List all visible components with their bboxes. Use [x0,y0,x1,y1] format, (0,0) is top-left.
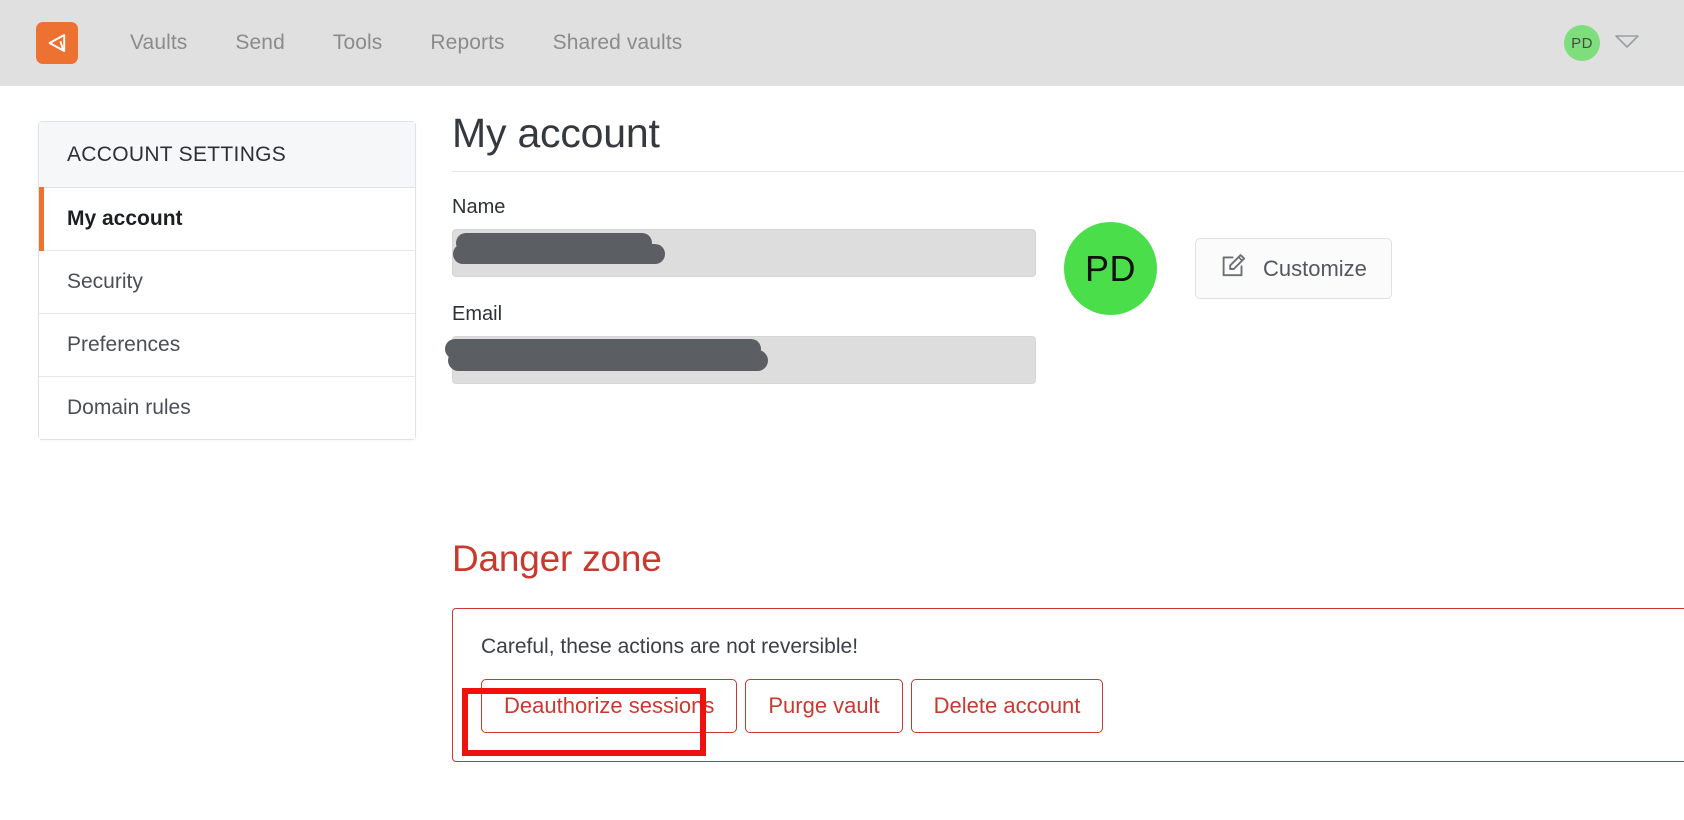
nav-link-vaults[interactable]: Vaults [106,25,211,61]
shield-logo-icon [42,28,72,58]
sidebar-item-label: Security [67,270,143,293]
chevron-down-icon [1614,33,1640,54]
sidebar-item-label: My account [67,207,183,230]
sidebar-item-label: Domain rules [67,396,191,419]
deauthorize-sessions-button[interactable]: Deauthorize sessions [481,679,738,733]
account-menu-button[interactable]: PD [1564,25,1640,61]
danger-zone-warning-text: Careful, these actions are not reversibl… [481,635,859,658]
danger-zone-box: Careful, these actions are not reversibl… [452,608,1684,762]
redaction-blob [453,244,665,264]
nav-link-shared-vaults[interactable]: Shared vaults [529,25,707,61]
nav-link-reports[interactable]: Reports [406,25,528,61]
nav-link-tools[interactable]: Tools [309,25,407,61]
top-navigation-bar: Vaults Send Tools Reports Shared vaults … [0,0,1684,86]
customize-button-label: Customize [1263,255,1367,281]
nav-link-send[interactable]: Send [211,25,308,61]
email-field-group: Email [445,303,1036,384]
danger-zone-actions: Deauthorize sessions Purge vault Delete … [481,679,1684,733]
sidebar-item-label: Preferences [67,333,181,356]
email-input[interactable] [445,336,1036,384]
page-title: My account [452,110,660,156]
sidebar-item-my-account[interactable]: My account [39,187,415,251]
name-input[interactable] [452,229,1036,277]
sidebar-header: ACCOUNT SETTINGS [39,122,415,188]
sidebar-item-domain-rules[interactable]: Domain rules [39,377,415,439]
name-field-label: Name [452,196,506,218]
purge-vault-button[interactable]: Purge vault [745,679,903,733]
account-form-row: Name Email PD Customize [445,196,1684,410]
title-divider [452,171,1684,172]
sidebar-item-security[interactable]: Security [39,251,415,314]
redaction-blob [448,350,768,371]
email-field-label: Email [452,303,503,325]
avatar: PD [1064,222,1157,315]
avatar-block: PD Customize [1064,196,1392,315]
account-form-fields: Name Email [445,196,1036,410]
pencil-square-icon [1220,252,1247,285]
sidebar-item-preferences[interactable]: Preferences [39,314,415,377]
delete-account-button[interactable]: Delete account [910,679,1104,733]
primary-nav: Vaults Send Tools Reports Shared vaults [106,25,706,61]
account-settings-sidebar: ACCOUNT SETTINGS My account Security Pre… [38,121,416,440]
name-field-group: Name [452,196,1036,277]
brand-logo[interactable] [36,22,78,64]
danger-zone-title: Danger zone [452,538,662,579]
customize-avatar-button[interactable]: Customize [1195,238,1392,299]
avatar-small: PD [1564,25,1600,61]
danger-zone-section: Danger zone Careful, these actions are n… [452,538,1684,762]
